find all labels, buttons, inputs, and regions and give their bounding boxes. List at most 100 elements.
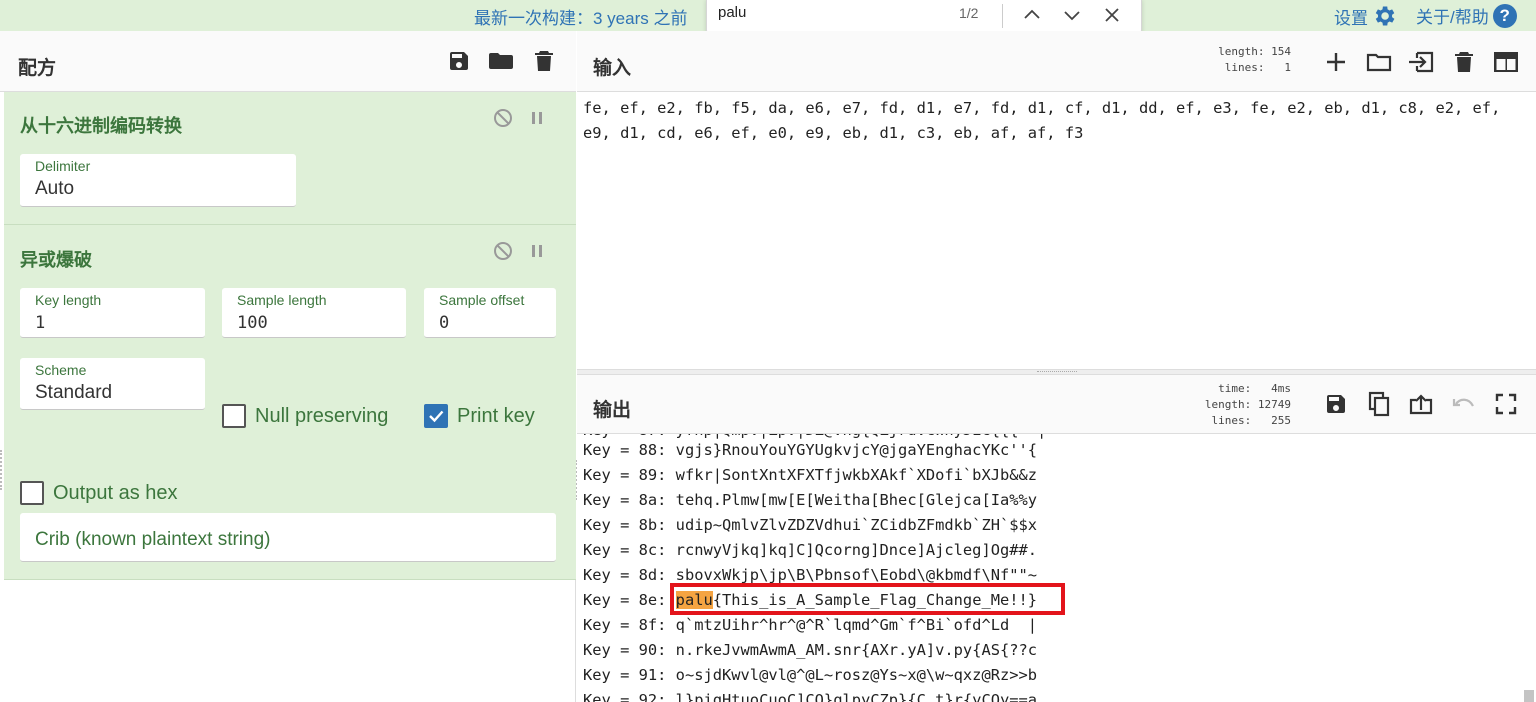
input-title: 输入 [593, 58, 632, 79]
operation-xor-brute-force[interactable]: 异或爆破 Key length 1 Sample length 100 Samp… [4, 225, 576, 580]
sample-offset-value: 0 [439, 313, 450, 333]
output-as-hex-box[interactable] [20, 481, 44, 505]
sample-length-value: 100 [237, 313, 268, 333]
find-previous-button[interactable] [1017, 0, 1047, 30]
save-output-button[interactable] [1321, 389, 1351, 419]
divider-grip[interactable] [1037, 371, 1077, 373]
open-file-button[interactable] [1406, 47, 1436, 77]
pause-operation-button[interactable] [525, 239, 549, 263]
layout-icon [1494, 52, 1518, 72]
output-line: Key = 90: n.rkeJvwmAwmA_AM.snr{AXr.yA]v.… [583, 641, 1038, 659]
pause-icon [532, 112, 542, 124]
scheme-label: Scheme [35, 362, 87, 378]
pause-operation-button[interactable] [525, 106, 549, 130]
input-panel: 输入 length: 154 lines: 1 fe, ef, e2, fb, … [577, 31, 1536, 369]
sample-offset-field[interactable]: Sample offset 0 [424, 288, 556, 338]
replace-input-button[interactable] [1406, 389, 1436, 419]
output-line: Key = 88: vgjs}RnouYouYGYUgkvjcY@jgaYEng… [583, 441, 1038, 459]
delimiter-value: Auto [35, 178, 75, 199]
operation-title: 异或爆破 [20, 250, 92, 270]
folder-open-icon [1366, 53, 1392, 72]
disable-operation-button[interactable] [491, 239, 515, 263]
maximise-output-button[interactable] [1491, 389, 1521, 419]
build-info[interactable]: 最新一次构建：3 years 之前 [474, 4, 687, 29]
find-input[interactable]: palu [718, 4, 746, 21]
crib-input[interactable]: Crib (known plaintext string) [20, 513, 556, 562]
find-close-button[interactable] [1097, 0, 1127, 30]
left-resize-handle[interactable] [0, 450, 3, 490]
gear-icon [1375, 6, 1395, 26]
copy-output-button[interactable] [1364, 389, 1394, 419]
scheme-select[interactable]: Scheme Standard [20, 358, 205, 410]
output-line: Key = 8d: sbovxWkjp\jp\B\Pbnsof\Eobd\@kb… [583, 566, 1038, 584]
output-header: 输出 time: 4ms length: 12749 lines: 255 [577, 375, 1536, 434]
output-stats: time: 4ms length: 12749 lines: 255 [1204, 382, 1291, 427]
output-line: Key = 89: wfkr|SontXntXFXTfjwkbXAkf`XDof… [583, 466, 1038, 484]
clear-recipe-button[interactable] [529, 46, 559, 76]
sample-length-field[interactable]: Sample length 100 [222, 288, 406, 338]
output-line: Key = 8c: rcnwyVjkq]kq]C]Qcorng]Dnce]Ajc… [583, 541, 1038, 559]
output-as-hex-label: Output as hex [53, 481, 178, 504]
sample-length-label: Sample length [237, 292, 327, 308]
print-key-label: Print key [457, 404, 535, 427]
pause-icon [532, 245, 542, 257]
scheme-value: Standard [35, 382, 113, 403]
delimiter-label: Delimiter [35, 158, 91, 174]
checkmark-icon [429, 410, 444, 423]
open-folder-button[interactable] [1364, 47, 1394, 77]
chevron-up-icon [1024, 9, 1040, 19]
null-preserving-checkbox[interactable]: Null preserving [222, 404, 388, 428]
operation-title: 从十六进制编码转换 [20, 116, 182, 136]
key-length-value: 1 [35, 313, 46, 333]
load-recipe-button[interactable] [486, 46, 516, 76]
find-match-count: 1/2 [959, 5, 979, 21]
disable-icon [494, 242, 512, 260]
save-recipe-button[interactable] [444, 46, 474, 76]
copy-icon [1368, 391, 1390, 417]
output-panel: 输出 time: 4ms length: 12749 lines: 255 Ke… [577, 375, 1536, 702]
trash-icon [535, 51, 553, 71]
output-as-hex-checkbox[interactable]: Output as hex [20, 481, 178, 505]
save-icon [1327, 395, 1345, 413]
help-icon: ? [1492, 3, 1517, 28]
search-highlight: palu [675, 591, 713, 609]
add-tab-button[interactable] [1321, 47, 1351, 77]
recipe-header: 配方 [0, 31, 576, 92]
chevron-down-icon [1064, 11, 1080, 21]
output-title: 输出 [593, 400, 632, 421]
about-help-button[interactable]: 关于/帮助 ? [1416, 3, 1517, 28]
settings-button[interactable]: 设置 [1334, 3, 1397, 29]
output-line: Key = 8a: tehq.Plmw[mw[E[Weitha[Bhec[Gle… [583, 491, 1038, 509]
null-preserving-label: Null preserving [255, 404, 389, 427]
clear-input-button[interactable] [1449, 47, 1479, 77]
reset-layout-button[interactable] [1491, 47, 1521, 77]
close-icon [1105, 8, 1119, 22]
trash-icon [1455, 52, 1473, 72]
output-line-flag: Key = 8e: palu{This_is_A_Sample_Flag_Cha… [583, 591, 1038, 609]
print-key-checkbox[interactable]: Print key [424, 404, 535, 428]
disable-operation-button[interactable] [491, 106, 515, 130]
save-icon [450, 52, 468, 70]
output-textarea[interactable]: Key = 87: yfhp|Qmpv|Zpv|DZ@vhg{QZjrdvcWh… [583, 434, 1523, 702]
delimiter-select[interactable]: Delimiter Auto [20, 154, 296, 207]
find-separator [1002, 4, 1003, 28]
folder-icon [489, 53, 513, 69]
output-line: Key = 8f: q`mtzUihr^hr^@^R`lqmd^Gm`f^Bi`… [583, 616, 1038, 634]
output-line: Key = 8b: udip~QmlvZlvZDZVdhui`ZCidbZFmd… [583, 516, 1038, 534]
print-key-box[interactable] [424, 404, 448, 428]
output-scrollbar[interactable] [1524, 690, 1534, 702]
output-line: Key = 92: l}piqHtuoCuoC]CO}qlpyCZp}{C_t}… [583, 691, 1038, 702]
null-preserving-box[interactable] [222, 404, 246, 428]
fullscreen-icon [1495, 393, 1517, 415]
recipe-panel: 配方 从十六进制编码转换 Delimiter Auto 异或爆破 Key len… [0, 31, 576, 702]
disable-icon [494, 109, 512, 127]
undo-icon [1452, 398, 1474, 407]
find-next-button[interactable] [1057, 0, 1087, 30]
sample-offset-label: Sample offset [439, 292, 525, 308]
undo-button[interactable] [1449, 389, 1479, 419]
key-length-field[interactable]: Key length 1 [20, 288, 205, 338]
input-stats: length: 154 lines: 1 [1218, 45, 1291, 74]
input-file-icon [1409, 51, 1434, 73]
input-textarea[interactable]: fe, ef, e2, fb, f5, da, e6, e7, fd, d1, … [583, 96, 1523, 146]
operation-from-hex[interactable]: 从十六进制编码转换 Delimiter Auto [4, 92, 576, 225]
